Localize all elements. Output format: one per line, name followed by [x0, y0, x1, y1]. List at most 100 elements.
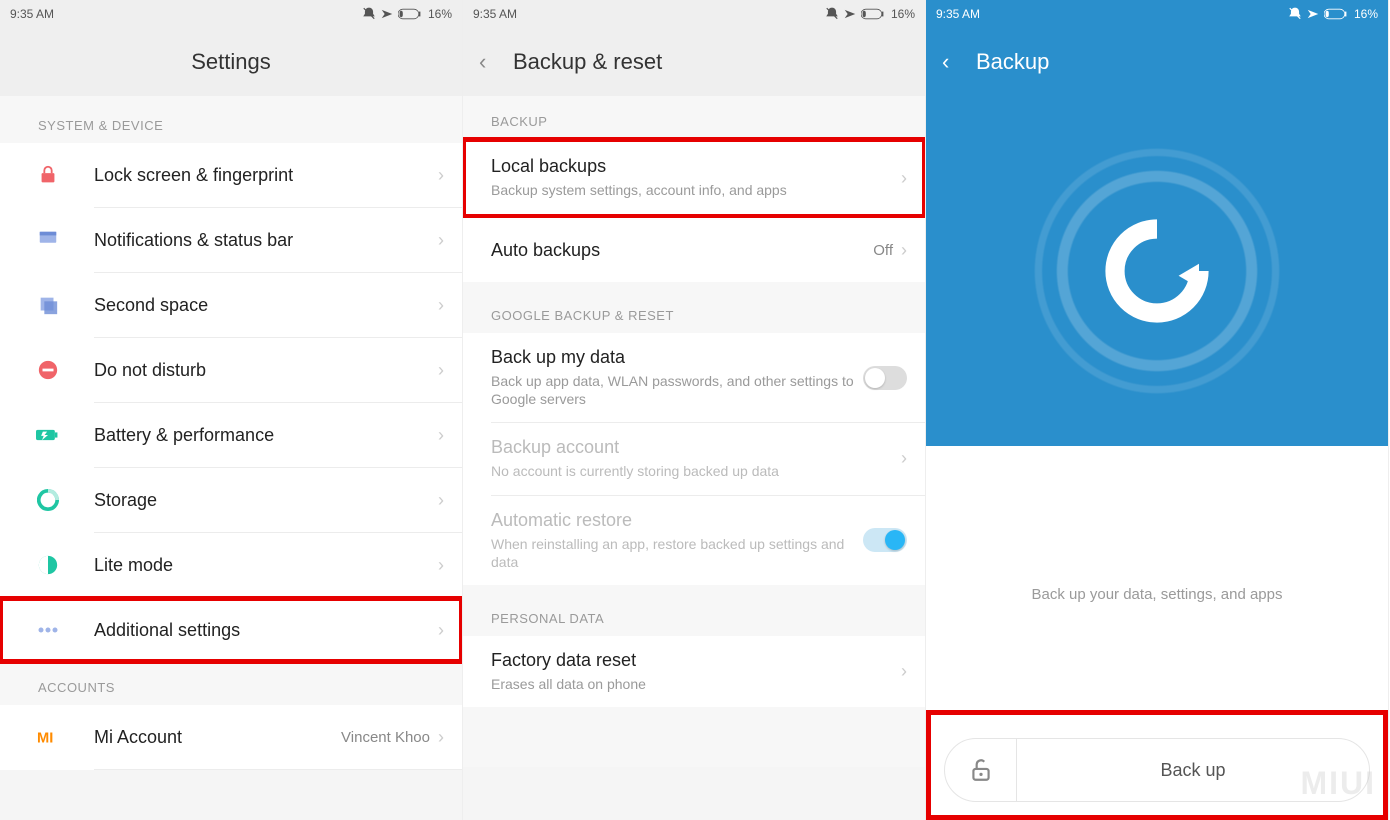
backup-hero — [926, 96, 1388, 446]
item-automatic-restore: Automatic restore When reinstalling an a… — [463, 496, 925, 585]
status-icons — [825, 7, 885, 21]
back-button[interactable]: ‹ — [479, 49, 486, 75]
status-time: 9:35 AM — [936, 7, 980, 21]
item-dnd[interactable]: Do not disturb › — [0, 338, 462, 402]
battery-icon — [398, 8, 422, 20]
status-bar: 9:35 AM 16% — [926, 0, 1388, 28]
battery-icon — [861, 8, 885, 20]
item-mi-account[interactable]: MI Mi Account Vincent Khoo › — [0, 705, 462, 769]
sublabel: Erases all data on phone — [491, 675, 901, 693]
header: Settings — [0, 28, 462, 96]
chevron-icon: › — [438, 425, 444, 446]
label: Factory data reset — [491, 650, 901, 671]
backup-screen: 9:35 AM 16% ‹ Backup Back up your data, … — [926, 0, 1389, 820]
chevron-icon: › — [438, 230, 444, 251]
label: Auto backups — [491, 240, 873, 261]
label: Lock screen & fingerprint — [94, 165, 438, 186]
status-icons — [362, 7, 422, 21]
label: Backup account — [491, 437, 901, 458]
airplane-icon — [843, 7, 857, 21]
more-icon — [32, 614, 64, 646]
item-backup-my-data[interactable]: Back up my data Back up app data, WLAN p… — [463, 333, 925, 422]
dnd-icon — [32, 354, 64, 386]
header: ‹ Backup — [926, 28, 1388, 96]
item-battery[interactable]: Battery & performance › — [0, 403, 462, 467]
second-space-icon — [32, 289, 64, 321]
chevron-icon: › — [438, 727, 444, 748]
page-title: Backup & reset — [513, 49, 662, 75]
chevron-icon: › — [438, 620, 444, 641]
mi-icon: MI — [32, 721, 64, 753]
storage-icon — [32, 484, 64, 516]
lock-icon — [32, 159, 64, 191]
label: Do not disturb — [94, 360, 438, 381]
label: Battery & performance — [94, 425, 438, 446]
page-title: Settings — [191, 49, 271, 75]
sublabel: Backup system settings, account info, an… — [491, 181, 901, 199]
label: Automatic restore — [491, 510, 863, 531]
chevron-icon: › — [438, 295, 444, 316]
label: Mi Account — [94, 727, 341, 748]
section-personal: PERSONAL DATA — [463, 593, 925, 636]
section-google: GOOGLE BACKUP & RESET — [463, 290, 925, 333]
back-button[interactable]: ‹ — [942, 49, 949, 75]
account-value: Vincent Khoo — [341, 729, 430, 746]
label: Additional settings — [94, 620, 438, 641]
label: Lite mode — [94, 555, 438, 576]
section-accounts: ACCOUNTS — [0, 662, 462, 705]
sublabel: No account is currently storing backed u… — [491, 462, 901, 480]
item-backup-account: Backup account No account is currently s… — [463, 423, 925, 494]
label: Local backups — [491, 156, 901, 177]
notifications-icon — [32, 224, 64, 256]
backup-reset-screen: 9:35 AM 16% ‹ Backup & reset BACKUP Loca… — [463, 0, 926, 820]
status-battery: 16% — [1354, 7, 1378, 21]
item-second-space[interactable]: Second space › — [0, 273, 462, 337]
item-storage[interactable]: Storage › — [0, 468, 462, 532]
airplane-icon — [380, 7, 394, 21]
status-right: 16% — [825, 7, 915, 21]
battery-icon — [1324, 8, 1348, 20]
svg-text:MI: MI — [37, 731, 53, 747]
section-backup: BACKUP — [463, 96, 925, 139]
label: Notifications & status bar — [94, 230, 438, 251]
page-title: Backup — [976, 49, 1049, 75]
chevron-icon: › — [438, 490, 444, 511]
lock-toggle-button[interactable] — [945, 739, 1017, 801]
item-lock-screen[interactable]: Lock screen & fingerprint › — [0, 143, 462, 207]
backup-caption: Back up your data, settings, and apps — [926, 446, 1388, 623]
item-additional-settings[interactable]: Additional settings › — [0, 598, 462, 662]
chevron-icon: › — [438, 165, 444, 186]
sublabel: Back up app data, WLAN passwords, and ot… — [491, 372, 863, 408]
auto-backup-value: Off — [873, 242, 893, 259]
item-factory-reset[interactable]: Factory data reset Erases all data on ph… — [463, 636, 925, 707]
status-right: 16% — [362, 7, 452, 21]
sublabel: When reinstalling an app, restore backed… — [491, 535, 863, 571]
item-local-backups[interactable]: Local backups Backup system settings, ac… — [463, 139, 925, 217]
item-lite-mode[interactable]: Lite mode › — [0, 533, 462, 597]
backup-logo-icon — [1097, 211, 1217, 331]
toggle-auto-restore — [863, 528, 907, 552]
item-auto-backups[interactable]: Auto backups Off › — [463, 218, 925, 282]
chevron-icon: › — [438, 360, 444, 381]
toggle-backup-data[interactable] — [863, 366, 907, 390]
mute-icon — [1288, 7, 1302, 21]
status-battery: 16% — [891, 7, 915, 21]
mute-icon — [825, 7, 839, 21]
section-system-device: SYSTEM & DEVICE — [0, 100, 462, 143]
backup-button[interactable]: Back up — [1017, 760, 1369, 781]
backup-logo-ring — [1027, 141, 1287, 401]
label: Second space — [94, 295, 438, 316]
label: Back up my data — [491, 347, 863, 368]
chevron-icon: › — [438, 555, 444, 576]
lite-mode-icon — [32, 549, 64, 581]
chevron-icon: › — [901, 240, 907, 261]
status-bar: 9:35 AM 16% — [0, 0, 462, 28]
status-right: 16% — [1288, 7, 1378, 21]
backup-button-bar: Back up — [944, 738, 1370, 802]
chevron-icon: › — [901, 168, 907, 189]
header: ‹ Backup & reset — [463, 28, 925, 96]
item-notifications[interactable]: Notifications & status bar › — [0, 208, 462, 272]
airplane-icon — [1306, 7, 1320, 21]
chevron-icon: › — [901, 448, 907, 469]
battery-perf-icon — [32, 419, 64, 451]
